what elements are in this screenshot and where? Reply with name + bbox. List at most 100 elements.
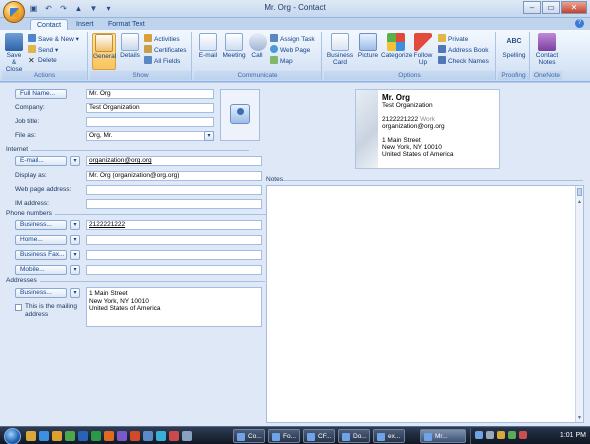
business-card-preview[interactable]: Mr. Org Test Organization 2122221222 Wor… bbox=[355, 89, 500, 169]
start-button[interactable] bbox=[4, 428, 21, 444]
web-page-button[interactable]: Web Page bbox=[270, 45, 310, 55]
notes-scrollbar[interactable]: ▲ ▼ bbox=[575, 186, 583, 422]
tray-app-icon[interactable] bbox=[519, 431, 527, 439]
full-name-field[interactable]: Mr. Org bbox=[86, 89, 214, 99]
taskbar-item-active[interactable]: Mr... bbox=[420, 429, 466, 443]
contact-picture[interactable] bbox=[220, 89, 260, 141]
minimize-button[interactable]: – bbox=[523, 1, 541, 14]
ie-icon[interactable] bbox=[39, 431, 49, 441]
address-business-button[interactable]: Business... bbox=[15, 288, 67, 298]
scroll-up-icon[interactable]: ▲ bbox=[576, 198, 583, 206]
im-address-field[interactable] bbox=[86, 199, 262, 209]
phone-fax-dropdown[interactable]: ▾ bbox=[70, 250, 80, 260]
business-card-button[interactable]: Business Card bbox=[326, 33, 354, 66]
file-as-dropdown[interactable]: ▾ bbox=[204, 131, 214, 141]
full-name-button[interactable]: Full Name... bbox=[15, 89, 67, 99]
contact-notes-button[interactable]: Contact Notes bbox=[533, 33, 561, 66]
phone-section: Phone numbers bbox=[6, 210, 275, 217]
categorize-button[interactable]: Categorize bbox=[381, 33, 412, 59]
phone-business-field[interactable]: 2122221222 bbox=[86, 220, 262, 230]
address-dropdown[interactable]: ▾ bbox=[70, 288, 80, 298]
taskbar: Co... Fo... CF... Do... ex... Mr... 1:01… bbox=[0, 426, 590, 444]
company-field[interactable]: Test Organization bbox=[86, 103, 214, 113]
phone-home-button[interactable]: Home... bbox=[15, 235, 67, 245]
map-button[interactable]: Map bbox=[270, 56, 293, 66]
save-new-button[interactable]: Save & New ▾ bbox=[28, 34, 79, 44]
check-names-button[interactable]: Check Names bbox=[438, 56, 489, 66]
tab-contact[interactable]: Contact bbox=[30, 19, 69, 30]
send-button[interactable]: Send ▾ bbox=[28, 45, 58, 55]
delete-button[interactable]: ✕ Delete bbox=[28, 56, 57, 65]
scrollbar-thumb[interactable] bbox=[577, 188, 582, 196]
phone-business-button[interactable]: Business... bbox=[15, 220, 67, 230]
meeting-button[interactable]: Meeting bbox=[221, 33, 247, 59]
email-dropdown[interactable]: ▾ bbox=[70, 156, 80, 166]
address-book-icon bbox=[438, 45, 446, 53]
tab-insert[interactable]: Insert bbox=[70, 19, 100, 30]
help-icon[interactable]: ? bbox=[575, 19, 584, 28]
certificates-button[interactable]: Certificates bbox=[144, 45, 187, 55]
phone-business-dropdown[interactable]: ▾ bbox=[70, 220, 80, 230]
volume-icon[interactable] bbox=[486, 431, 494, 439]
phone-mobile-dropdown[interactable]: ▾ bbox=[70, 265, 80, 275]
app-icon[interactable] bbox=[117, 431, 127, 441]
explorer-icon[interactable] bbox=[26, 431, 36, 441]
taskbar-item[interactable]: Do... bbox=[338, 429, 370, 443]
title-bar: ▣ ↶ ↷ ▲ ▼ ▾ Mr. Org - Contact – ▭ ✕ bbox=[0, 0, 590, 23]
phone-home-dropdown[interactable]: ▾ bbox=[70, 235, 80, 245]
desktop-icon[interactable] bbox=[143, 431, 153, 441]
picture-button[interactable]: Picture bbox=[356, 33, 380, 59]
network-icon[interactable] bbox=[475, 431, 483, 439]
email-button-form[interactable]: E-mail... bbox=[15, 156, 67, 166]
misc-icon[interactable] bbox=[182, 431, 192, 441]
close-button[interactable]: ✕ bbox=[561, 1, 587, 14]
phone-home-field[interactable] bbox=[86, 235, 262, 245]
security-icon[interactable] bbox=[497, 431, 505, 439]
taskbar-item[interactable]: Co... bbox=[233, 429, 265, 443]
office-button[interactable] bbox=[3, 1, 25, 23]
tab-format-text[interactable]: Format Text bbox=[102, 19, 151, 30]
phone-fax-field[interactable] bbox=[86, 250, 262, 260]
all-fields-button[interactable]: All Fields bbox=[144, 56, 180, 66]
email-button[interactable]: E-mail bbox=[196, 33, 220, 59]
tray-icons bbox=[475, 431, 527, 439]
taskbar-item[interactable]: Fo... bbox=[268, 429, 300, 443]
tool-icon[interactable] bbox=[169, 431, 179, 441]
file-as-field[interactable]: Org, Mr. bbox=[86, 131, 214, 141]
web-page-field[interactable] bbox=[86, 185, 262, 195]
display-as-field[interactable]: Mr. Org (organization@org.org) bbox=[86, 171, 262, 181]
follow-up-button[interactable]: Follow Up bbox=[412, 33, 434, 66]
update-icon[interactable] bbox=[508, 431, 516, 439]
taskbar-item[interactable]: CF... bbox=[303, 429, 335, 443]
firefox-icon[interactable] bbox=[104, 431, 114, 441]
details-button[interactable]: Details bbox=[118, 33, 142, 59]
chat-icon[interactable] bbox=[156, 431, 166, 441]
mailing-address-checkbox[interactable] bbox=[15, 304, 22, 311]
clock[interactable]: 1:01 PM bbox=[560, 432, 586, 439]
notes-area[interactable]: ▲ ▼ bbox=[266, 185, 584, 423]
outlook-icon[interactable] bbox=[52, 431, 62, 441]
spelling-button[interactable]: ABC Spelling bbox=[500, 33, 528, 59]
address-book-button[interactable]: Address Book bbox=[438, 45, 488, 55]
group-label-onenote: OneNote bbox=[532, 71, 562, 80]
excel-icon[interactable] bbox=[91, 431, 101, 441]
activities-button[interactable]: Activities bbox=[144, 34, 180, 44]
assign-task-button[interactable]: Assign Task bbox=[270, 34, 315, 44]
taskbar-item[interactable]: ex... bbox=[373, 429, 405, 443]
word-icon[interactable] bbox=[78, 431, 88, 441]
save-close-button[interactable]: Save & Close bbox=[4, 33, 24, 73]
job-title-field[interactable] bbox=[86, 117, 214, 127]
private-button[interactable]: Private bbox=[438, 34, 468, 44]
email-field[interactable]: organization@org.org bbox=[86, 156, 262, 166]
maximize-button[interactable]: ▭ bbox=[542, 1, 560, 14]
general-button[interactable]: General bbox=[92, 33, 116, 70]
address-field[interactable]: 1 Main Street New York, NY 10010 United … bbox=[86, 287, 262, 327]
media-icon[interactable] bbox=[65, 431, 75, 441]
phone-fax-button[interactable]: Business Fax... bbox=[15, 250, 67, 260]
scroll-down-icon[interactable]: ▼ bbox=[576, 414, 583, 422]
call-button[interactable]: Call bbox=[249, 33, 267, 59]
categorize-icon bbox=[387, 33, 405, 51]
phone-mobile-button[interactable]: Mobile... bbox=[15, 265, 67, 275]
powerpoint-icon[interactable] bbox=[130, 431, 140, 441]
phone-mobile-field[interactable] bbox=[86, 265, 262, 275]
